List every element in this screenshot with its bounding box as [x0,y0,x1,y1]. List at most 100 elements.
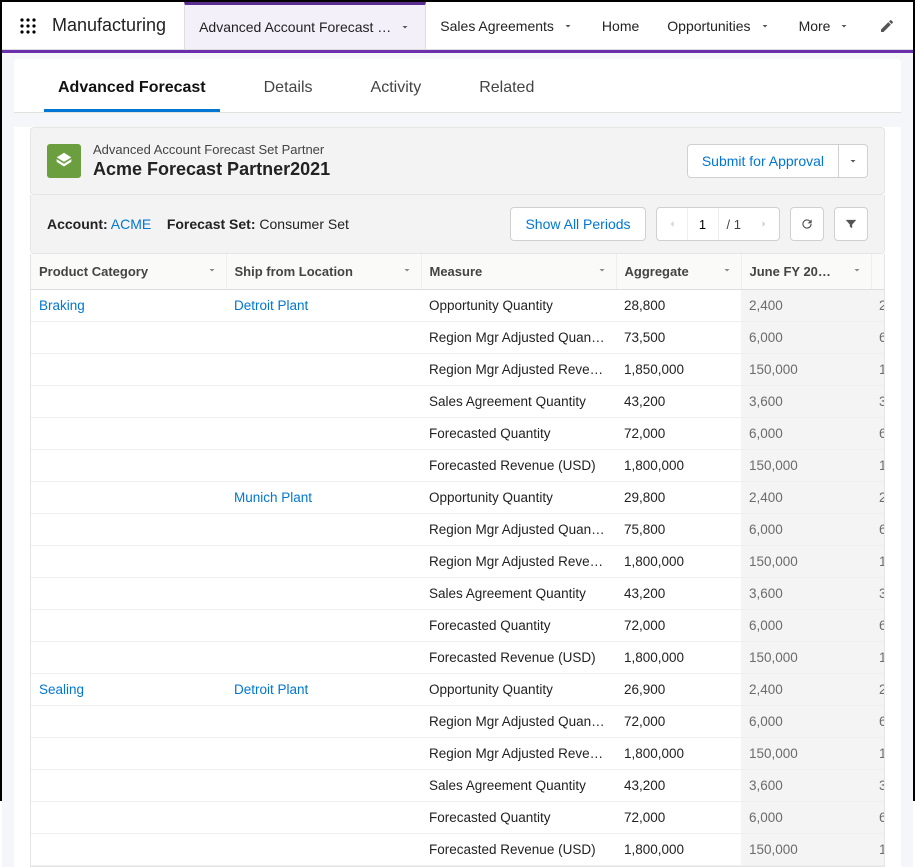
period-cell[interactable]: 1 [871,642,885,674]
period-cell[interactable]: 6 [871,418,885,450]
record-type-label: Advanced Account Forecast Set Partner [93,142,330,157]
col-header-period-1[interactable]: June FY 20… [741,254,871,290]
period-cell[interactable]: 3 [871,578,885,610]
measure-cell: Sales Agreement Quantity [421,770,616,802]
pager-total: / 1 [719,217,749,232]
period-cell[interactable]: 150,000 [741,450,871,482]
period-cell[interactable]: 6 [871,802,885,834]
measure-cell: Forecasted Revenue (USD) [421,450,616,482]
aggregate-cell: 1,850,000 [616,354,741,386]
nav-tab[interactable]: Opportunities [653,2,784,49]
period-cell[interactable]: 6,000 [741,610,871,642]
measure-cell: Forecasted Quantity [421,802,616,834]
measure-cell: Region Mgr Adjusted Reven… [421,354,616,386]
product-category-link[interactable]: Braking [39,298,85,313]
table-row: Forecasted Quantity72,0006,0006 [31,610,885,642]
aggregate-cell: 73,500 [616,322,741,354]
submit-for-approval-button[interactable]: Submit for Approval [687,144,839,178]
period-cell[interactable]: 6 [871,610,885,642]
aggregate-cell: 26,900 [616,674,741,706]
col-header-product-category[interactable]: Product Category [31,254,226,290]
aggregate-cell: 72,000 [616,418,741,450]
period-cell[interactable]: 2,400 [741,290,871,322]
period-cell[interactable]: 6 [871,322,885,354]
table-row: Region Mgr Adjusted Reven…1,800,000150,0… [31,546,885,578]
measure-cell: Opportunity Quantity [421,290,616,322]
period-cell[interactable]: 1 [871,834,885,866]
period-cell[interactable]: 1 [871,354,885,386]
nav-tab[interactable]: Home [588,2,653,49]
account-link[interactable]: ACME [111,216,151,232]
period-cell[interactable]: 6,000 [741,322,871,354]
col-header-ship-from[interactable]: Ship from Location [226,254,421,290]
period-cell[interactable]: 2,400 [741,674,871,706]
aggregate-cell: 43,200 [616,578,741,610]
filter-button[interactable] [834,207,868,241]
period-cell[interactable]: 6,000 [741,418,871,450]
period-cell[interactable]: 2 [871,482,885,514]
table-row: Braking Detroit Plant Opportunity Quantity… [31,290,885,322]
measure-cell: Forecasted Revenue (USD) [421,834,616,866]
edit-nav-icon[interactable] [873,18,901,34]
col-header-period-2[interactable] [871,254,885,290]
period-cell[interactable]: 3,600 [741,386,871,418]
pager-prev[interactable] [657,208,687,240]
location-link[interactable]: Munich Plant [234,490,312,505]
period-cell[interactable]: 2,400 [741,482,871,514]
period-cell[interactable]: 6,000 [741,706,871,738]
product-category-link[interactable]: Sealing [39,682,84,697]
period-cell[interactable]: 3 [871,770,885,802]
period-cell[interactable]: 6,000 [741,514,871,546]
period-cell[interactable]: 1 [871,738,885,770]
nav-tab[interactable]: Sales Agreements [426,2,588,49]
aggregate-cell: 72,000 [616,706,741,738]
aggregate-cell: 29,800 [616,482,741,514]
pager-input[interactable] [687,208,719,240]
col-header-measure[interactable]: Measure [421,254,616,290]
aggregate-cell: 75,800 [616,514,741,546]
period-cell[interactable]: 2 [871,290,885,322]
aggregate-cell: 72,000 [616,610,741,642]
subtab[interactable]: Details [250,69,327,112]
measure-cell: Forecasted Revenue (USD) [421,642,616,674]
refresh-button[interactable] [790,207,824,241]
nav-tab[interactable]: Advanced Account Forecast … [184,2,426,49]
forecast-table: Product Category Ship from Location Meas… [31,254,885,866]
measure-cell: Forecasted Quantity [421,610,616,642]
subtab[interactable]: Advanced Forecast [44,69,220,112]
subtab[interactable]: Activity [357,69,436,112]
period-cell[interactable]: 150,000 [741,738,871,770]
period-cell[interactable]: 6 [871,706,885,738]
period-cell[interactable]: 6 [871,514,885,546]
table-row: Forecasted Revenue (USD)1,800,000150,000… [31,834,885,866]
period-cell[interactable]: 150,000 [741,642,871,674]
period-cell[interactable]: 3 [871,386,885,418]
aggregate-cell: 28,800 [616,290,741,322]
table-row: Region Mgr Adjusted Quantity72,0006,0006 [31,706,885,738]
period-cell[interactable]: 3,600 [741,578,871,610]
period-cell[interactable]: 1 [871,546,885,578]
period-cell[interactable]: 150,000 [741,834,871,866]
aggregate-cell: 43,200 [616,386,741,418]
period-cell[interactable]: 1 [871,450,885,482]
period-cell[interactable]: 2 [871,674,885,706]
record-actions-dropdown[interactable] [839,144,868,178]
nav-tab[interactable]: More [785,2,865,49]
show-all-periods-button[interactable]: Show All Periods [510,207,645,241]
pager-next[interactable] [749,208,779,240]
table-row: Sales Agreement Quantity43,2003,6003 [31,386,885,418]
period-cell[interactable]: 150,000 [741,354,871,386]
measure-cell: Region Mgr Adjusted Quantity [421,706,616,738]
filter-summary: Account: ACME Forecast Set: Consumer Set [47,216,349,232]
location-link[interactable]: Detroit Plant [234,682,308,697]
period-cell[interactable]: 150,000 [741,546,871,578]
period-cell[interactable]: 3,600 [741,770,871,802]
location-link[interactable]: Detroit Plant [234,298,308,313]
record-title: Acme Forecast Partner2021 [93,159,330,180]
table-row: Munich PlantOpportunity Quantity29,8002,… [31,482,885,514]
table-row: Region Mgr Adjusted Quantity75,8006,0006 [31,514,885,546]
col-header-aggregate[interactable]: Aggregate [616,254,741,290]
period-cell[interactable]: 6,000 [741,802,871,834]
app-launcher-icon[interactable] [14,12,42,40]
subtab[interactable]: Related [465,69,548,112]
